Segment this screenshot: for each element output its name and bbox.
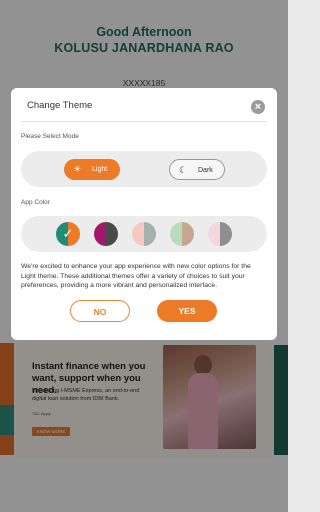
close-icon[interactable]: × bbox=[251, 100, 265, 114]
swatch-half bbox=[132, 222, 144, 246]
color-swatch-1[interactable]: ✓ bbox=[56, 222, 80, 246]
mode-label: Please Select Mode bbox=[21, 133, 79, 140]
divider bbox=[21, 121, 267, 122]
swatch-half bbox=[208, 222, 220, 246]
yes-button[interactable]: YES bbox=[157, 300, 217, 322]
mode-selector: ☀ Light ☾ Dark bbox=[21, 151, 267, 187]
color-swatch-3[interactable] bbox=[132, 222, 156, 246]
app-color-label: App Color bbox=[21, 199, 50, 206]
color-swatch-4[interactable] bbox=[170, 222, 194, 246]
change-theme-dialog: Change Theme × Please Select Mode ☀ Ligh… bbox=[11, 88, 277, 340]
swatch-half bbox=[182, 222, 194, 246]
swatch-half bbox=[220, 222, 232, 246]
dialog-title: Change Theme bbox=[27, 100, 93, 111]
swatch-half bbox=[144, 222, 156, 246]
light-mode-label: Light bbox=[92, 166, 108, 173]
swatch-half bbox=[106, 222, 118, 246]
color-swatch-5[interactable] bbox=[208, 222, 232, 246]
dark-mode-label: Dark bbox=[198, 167, 213, 174]
dark-mode-button[interactable]: ☾ Dark bbox=[169, 159, 225, 180]
no-button[interactable]: NO bbox=[70, 300, 130, 322]
swatch-half bbox=[170, 222, 182, 246]
swatch-half bbox=[94, 222, 106, 246]
color-selector: ✓ bbox=[21, 216, 267, 252]
moon-icon: ☾ bbox=[179, 165, 188, 175]
sun-icon: ☀ bbox=[73, 164, 82, 174]
light-mode-button[interactable]: ☀ Light bbox=[64, 159, 120, 180]
theme-description: We're excited to enhance your app experi… bbox=[21, 263, 251, 289]
color-swatch-2[interactable] bbox=[94, 222, 118, 246]
check-icon: ✓ bbox=[62, 226, 74, 241]
